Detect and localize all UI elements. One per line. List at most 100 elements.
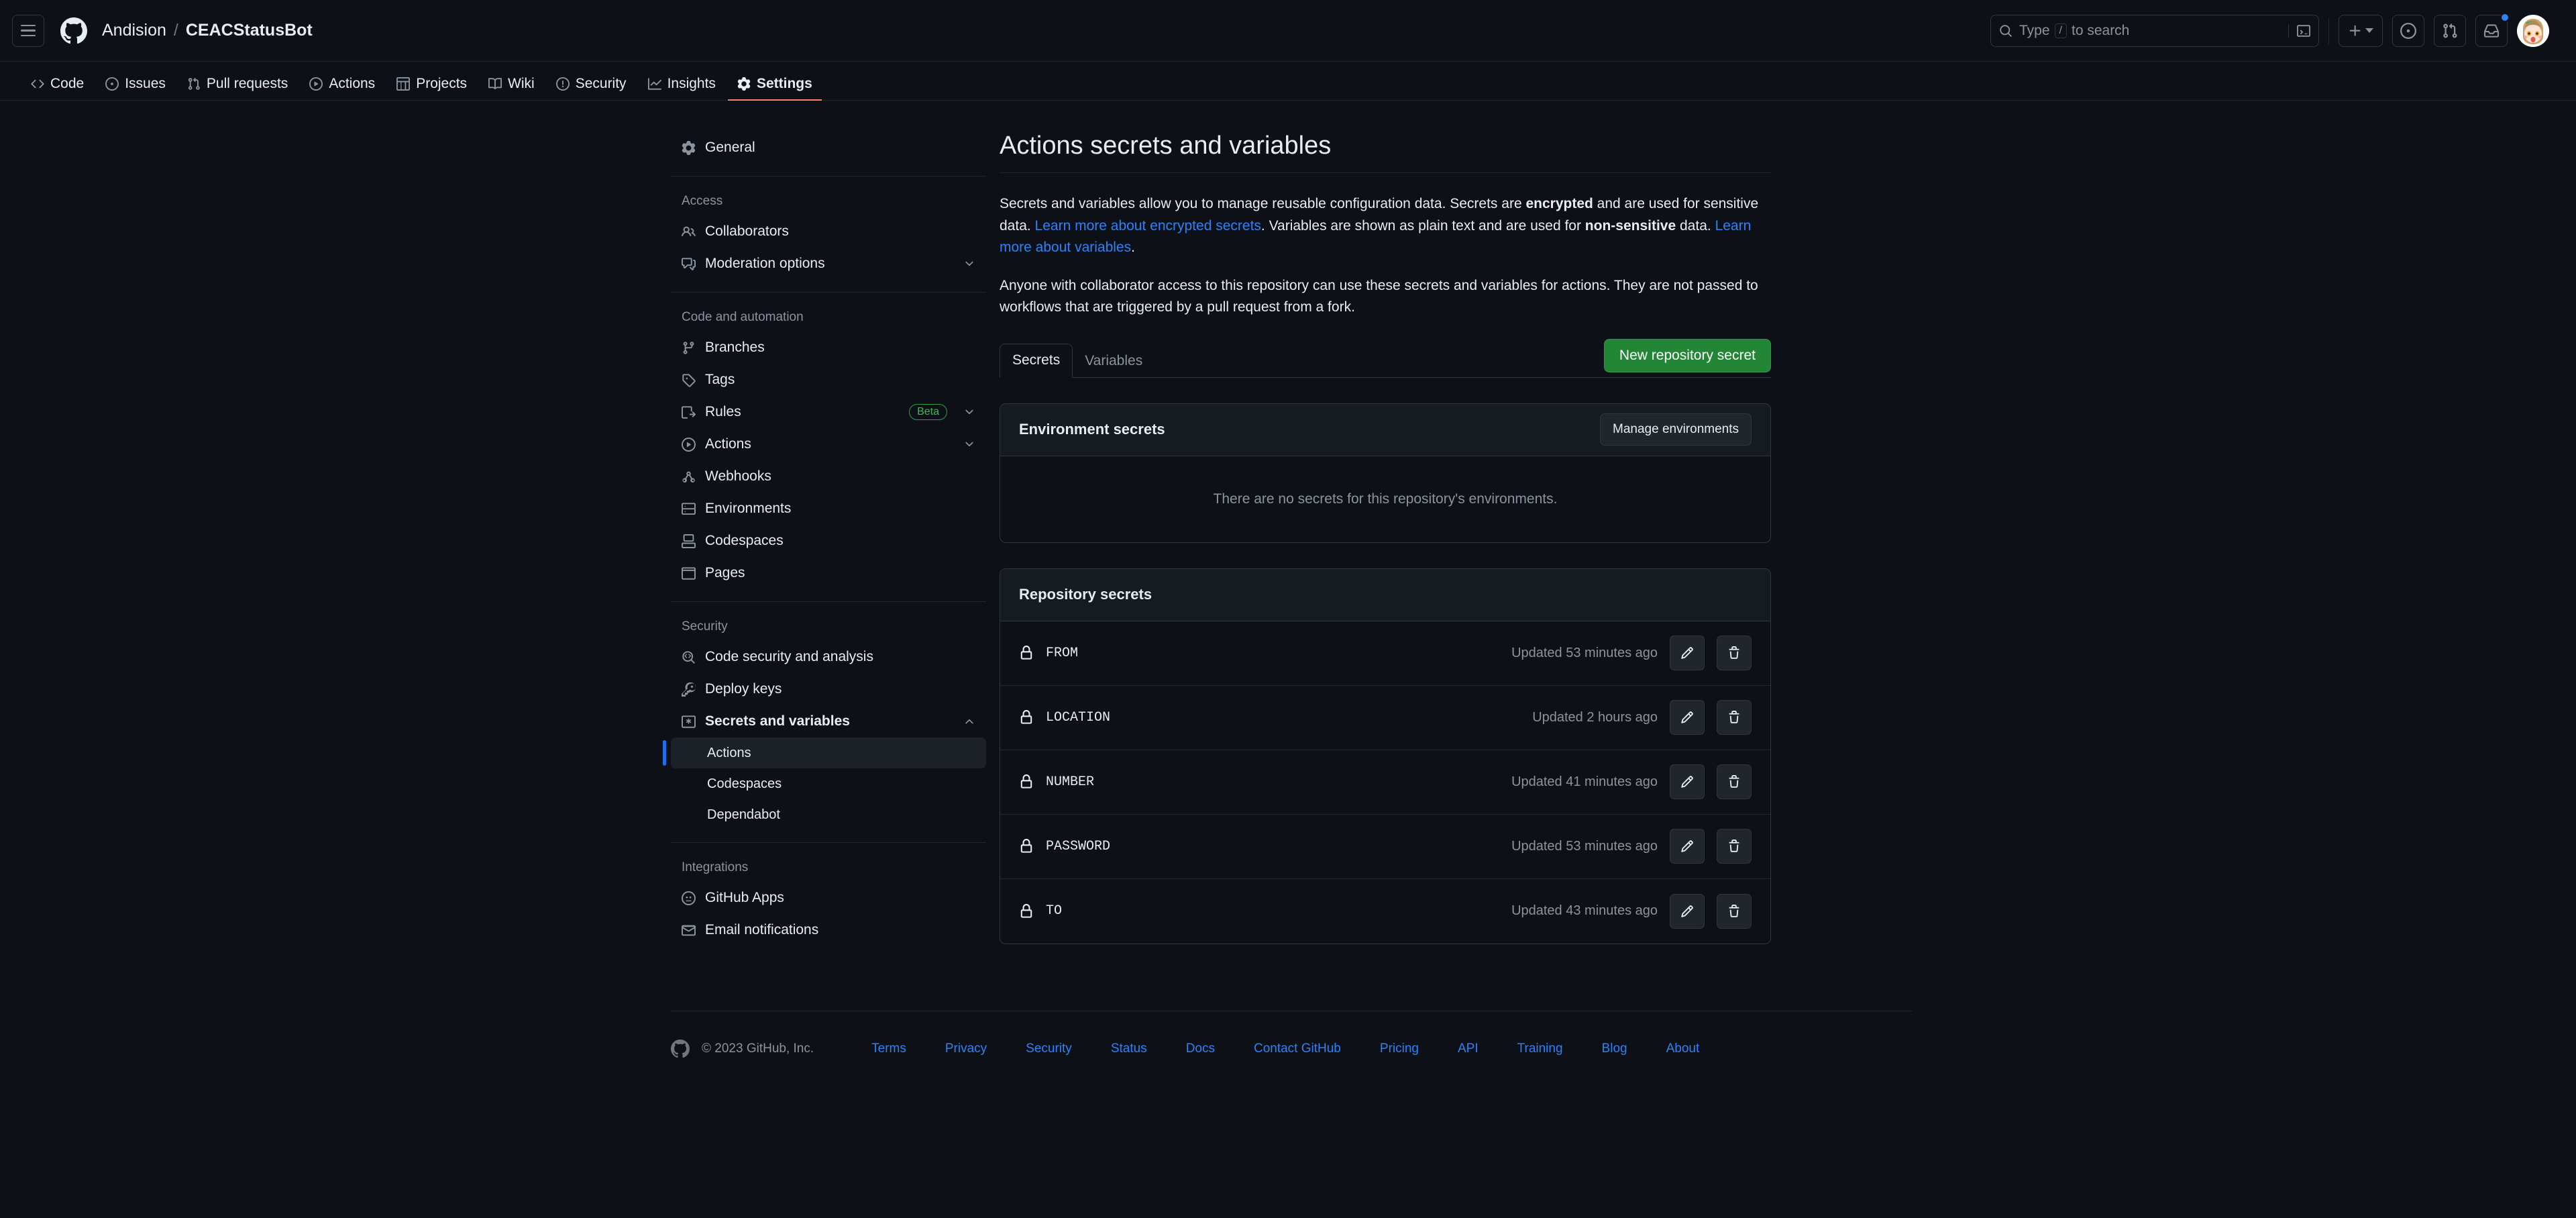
sidebar-item-rules[interactable]: Rules Beta <box>671 396 986 428</box>
footer-link-training[interactable]: Training <box>1517 1042 1563 1056</box>
sidebar-section-title: Integrations <box>671 860 986 875</box>
notifications-button[interactable] <box>2475 15 2508 47</box>
footer-link-about[interactable]: About <box>1666 1042 1700 1056</box>
nav-tab-actions[interactable]: Actions <box>300 68 384 101</box>
sidebar-item-branches[interactable]: Branches <box>671 332 986 364</box>
nav-tab-settings[interactable]: Settings <box>728 68 822 101</box>
footer-link-pricing[interactable]: Pricing <box>1380 1042 1419 1056</box>
footer-link-privacy[interactable]: Privacy <box>945 1042 987 1056</box>
pull-requests-button[interactable] <box>2434 15 2466 47</box>
chevron-down-icon <box>2365 28 2373 33</box>
nav-tab-insights[interactable]: Insights <box>639 68 725 101</box>
new-repository-secret-button[interactable]: New repository secret <box>1604 339 1771 372</box>
sidebar-item-webhooks[interactable]: Webhooks <box>671 460 986 493</box>
title-divider <box>1000 172 1771 173</box>
tab-label: Variables <box>1085 353 1142 369</box>
sidebar-subitem-codespaces[interactable]: Codespaces <box>671 768 986 799</box>
github-mark-icon[interactable] <box>54 11 94 51</box>
link-encrypted-secrets[interactable]: Learn more about encrypted secrets <box>1035 218 1261 234</box>
sidebar-item-label: Branches <box>705 340 975 356</box>
sidebar-item-label: Environments <box>705 501 975 517</box>
codespaces-icon <box>682 534 696 548</box>
header-actions: Type / to search <box>1990 15 2549 47</box>
sidebar-item-collaborators[interactable]: Collaborators <box>671 215 986 248</box>
pencil-icon <box>1680 711 1694 724</box>
footer-link-status[interactable]: Status <box>1111 1042 1147 1056</box>
page-body: General Access Collaborators Moderation … <box>0 101 2576 946</box>
nav-tab-pull-requests[interactable]: Pull requests <box>178 68 297 101</box>
sidebar-item-actions[interactable]: Actions <box>671 428 986 460</box>
sidebar-item-environments[interactable]: Environments <box>671 493 986 525</box>
manage-environments-button[interactable]: Manage environments <box>1600 413 1752 446</box>
footer-link-security[interactable]: Security <box>1026 1042 1072 1056</box>
global-header: Andision / CEACStatusBot Type / to searc… <box>0 0 2576 62</box>
footer-link-api[interactable]: API <box>1458 1042 1479 1056</box>
sidebar-item-tags[interactable]: Tags <box>671 364 986 396</box>
tab-label: Secrets <box>1012 352 1060 368</box>
edit-secret-button[interactable] <box>1670 764 1705 799</box>
sidebar-item-secrets-and-variables[interactable]: Secrets and variables <box>671 705 986 738</box>
search-placeholder: Type / to search <box>2019 23 2129 39</box>
nav-tab-label: Projects <box>416 76 467 92</box>
avatar[interactable] <box>2517 15 2549 47</box>
nav-tab-projects[interactable]: Projects <box>387 68 476 101</box>
table-row: TO Updated 43 minutes ago <box>1000 879 1770 944</box>
search-input[interactable]: Type / to search <box>1990 15 2319 47</box>
sidebar-divider <box>671 601 986 602</box>
trash-icon <box>1727 840 1741 853</box>
footer-link-terms[interactable]: Terms <box>871 1042 906 1056</box>
nav-tab-issues[interactable]: Issues <box>96 68 175 101</box>
nav-tab-code[interactable]: Code <box>21 68 93 101</box>
sidebar-item-pages[interactable]: Pages <box>671 557 986 589</box>
tab-secrets[interactable]: Secrets <box>1000 344 1073 378</box>
sidebar-subitem-label: Dependabot <box>707 807 780 823</box>
nav-tab-label: Pull requests <box>207 76 288 92</box>
edit-secret-button[interactable] <box>1670 700 1705 735</box>
sidebar-item-deploy-keys[interactable]: Deploy keys <box>671 673 986 705</box>
create-new-button[interactable] <box>2339 15 2383 47</box>
sidebar-item-general[interactable]: General <box>671 132 986 164</box>
secret-name: TO <box>1046 903 1062 919</box>
delete-secret-button[interactable] <box>1717 700 1752 735</box>
sidebar-item-label: Rules <box>705 404 900 420</box>
secret-name: PASSWORD <box>1046 839 1110 854</box>
nav-tab-label: Security <box>576 76 627 92</box>
sidebar-subitem-dependabot[interactable]: Dependabot <box>671 799 986 830</box>
table-row: NUMBER Updated 41 minutes ago <box>1000 750 1770 815</box>
sidebar-item-code-security-and-analysis[interactable]: Code security and analysis <box>671 641 986 673</box>
sidebar-divider <box>671 292 986 293</box>
nav-tab-security[interactable]: Security <box>547 68 636 101</box>
sidebar-item-label: Webhooks <box>705 468 975 485</box>
code-search-icon <box>682 650 696 664</box>
github-mark-icon[interactable] <box>671 1039 690 1058</box>
nav-tab-wiki[interactable]: Wiki <box>479 68 544 101</box>
nav-tab-label: Issues <box>125 76 166 92</box>
asterisk-icon <box>682 715 696 729</box>
terminal-icon[interactable] <box>2288 24 2310 38</box>
sidebar-subitem-actions[interactable]: Actions <box>671 738 986 768</box>
footer-link-blog[interactable]: Blog <box>1602 1042 1627 1056</box>
hamburger-icon[interactable] <box>12 15 44 47</box>
sidebar-item-github-apps[interactable]: GitHub Apps <box>671 882 986 914</box>
delete-secret-button[interactable] <box>1717 764 1752 799</box>
breadcrumb-owner[interactable]: Andision <box>102 21 166 40</box>
delete-secret-button[interactable] <box>1717 636 1752 670</box>
sidebar-item-moderation-options[interactable]: Moderation options <box>671 248 986 280</box>
pencil-icon <box>1680 905 1694 918</box>
edit-secret-button[interactable] <box>1670 894 1705 929</box>
delete-secret-button[interactable] <box>1717 829 1752 864</box>
tab-variables[interactable]: Variables <box>1073 344 1155 378</box>
sidebar-item-label: General <box>705 140 975 156</box>
edit-secret-button[interactable] <box>1670 636 1705 670</box>
breadcrumb-repo[interactable]: CEACStatusBot <box>186 21 313 40</box>
footer-link-contact-github[interactable]: Contact GitHub <box>1254 1042 1341 1056</box>
nav-tab-label: Settings <box>757 76 812 92</box>
footer-link-docs[interactable]: Docs <box>1186 1042 1215 1056</box>
desc-text: Secrets and variables allow you to manag… <box>1000 196 1525 211</box>
sidebar-item-codespaces[interactable]: Codespaces <box>671 525 986 557</box>
edit-secret-button[interactable] <box>1670 829 1705 864</box>
sidebar-item-email-notifications[interactable]: Email notifications <box>671 914 986 946</box>
issues-button[interactable] <box>2392 15 2424 47</box>
delete-secret-button[interactable] <box>1717 894 1752 929</box>
sidebar-item-label: Tags <box>705 372 975 388</box>
